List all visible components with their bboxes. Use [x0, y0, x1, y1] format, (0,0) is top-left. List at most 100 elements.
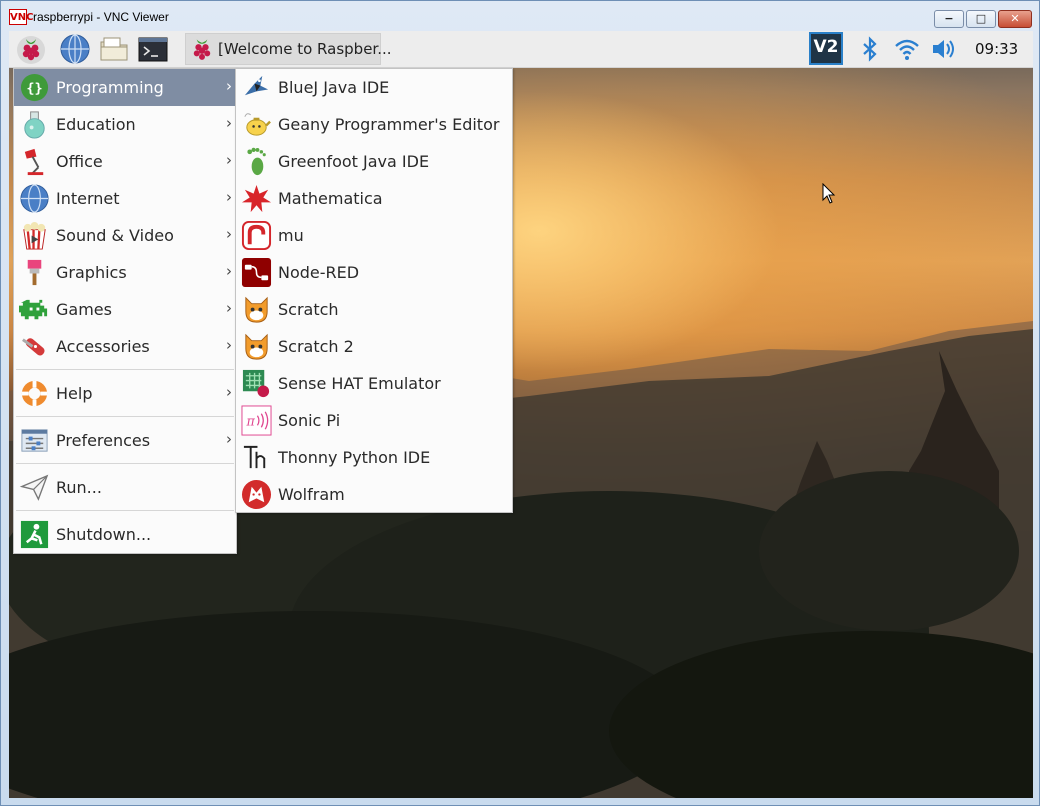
- vnc-viewer-window: VNC raspberrypi - VNC Viewer − □ ✕ [Welc…: [0, 0, 1040, 806]
- space-invader-icon: [19, 299, 48, 320]
- submenu-item-label: mu: [278, 226, 304, 245]
- menu-item-education[interactable]: Education ›: [14, 106, 236, 143]
- submenu-item-label: Node-RED: [278, 263, 360, 282]
- mu-snake-icon: [241, 220, 272, 251]
- menu-item-run[interactable]: Run...: [14, 469, 236, 506]
- submenu-arrow-icon: ›: [226, 188, 232, 206]
- menu-separator: [16, 369, 234, 370]
- menu-item-label: Office: [56, 152, 103, 171]
- menu-item-programming[interactable]: {} Programming ›: [14, 69, 236, 106]
- menu-item-label: Games: [56, 300, 112, 319]
- close-icon: ✕: [1010, 12, 1020, 25]
- maximize-button[interactable]: □: [966, 10, 996, 28]
- menu-item-label: Help: [56, 384, 93, 403]
- menu-item-games[interactable]: Games ›: [14, 291, 236, 328]
- submenu-item-thonny[interactable]: Thonny Python IDE: [236, 439, 512, 476]
- window-title: raspberrypi - VNC Viewer: [33, 10, 169, 24]
- submenu-arrow-icon: ›: [226, 151, 232, 169]
- clock: 09:33: [975, 40, 1019, 58]
- menu-separator: [16, 416, 234, 417]
- window-titlebar[interactable]: VNC raspberrypi - VNC Viewer − □ ✕: [1, 1, 1039, 31]
- taskbar-window-button[interactable]: [Welcome to Raspber...: [185, 33, 392, 65]
- terminal-icon[interactable]: [137, 33, 169, 65]
- menu-item-office[interactable]: Office ›: [14, 143, 236, 180]
- menu-item-graphics[interactable]: Graphics ›: [14, 254, 236, 291]
- submenu-item-sonic-pi[interactable]: π Sonic Pi: [236, 402, 512, 439]
- close-button[interactable]: ✕: [998, 10, 1032, 28]
- thonny-icon: [243, 445, 266, 469]
- submenu-item-scratch[interactable]: Scratch: [236, 291, 512, 328]
- submenu-item-scratch-2[interactable]: Scratch 2: [236, 328, 512, 365]
- menu-item-help[interactable]: Help ›: [14, 375, 236, 412]
- submenu-arrow-icon: ›: [226, 299, 232, 317]
- lifebuoy-icon: [21, 380, 48, 407]
- submenu-item-label: Thonny Python IDE: [278, 448, 431, 467]
- scratch-cat-icon: [245, 296, 268, 323]
- menu-separator: [16, 463, 234, 464]
- menu-item-accessories[interactable]: Accessories ›: [14, 328, 236, 365]
- submenu-item-label: Mathematica: [278, 189, 383, 208]
- svg-text:π: π: [246, 413, 256, 428]
- submenu-arrow-icon: ›: [226, 430, 232, 448]
- menu-item-label: Preferences: [56, 431, 151, 450]
- submenu-item-sense-hat[interactable]: Sense HAT Emulator: [236, 365, 512, 402]
- vnc-server-tray-icon[interactable]: V2: [809, 32, 843, 65]
- submenu-item-label: BlueJ Java IDE: [278, 78, 390, 97]
- menu-item-internet[interactable]: Internet ›: [14, 180, 236, 217]
- wolfram-wolf-icon: [241, 479, 272, 510]
- sonic-pi-icon: π: [241, 405, 272, 436]
- menu-item-label: Accessories: [56, 337, 150, 356]
- popcorn-icon: [23, 221, 46, 250]
- submenu-arrow-icon: ›: [226, 383, 232, 401]
- submenu-item-label: Greenfoot Java IDE: [278, 152, 430, 171]
- file-manager-icon[interactable]: [98, 33, 130, 65]
- submenu-item-label: Wolfram: [278, 485, 345, 504]
- flask-icon: [24, 111, 45, 139]
- taskbar-window-label: [Welcome to Raspber...: [218, 40, 392, 58]
- submenu-item-node-red[interactable]: Node-RED: [236, 254, 512, 291]
- submenu-item-wolfram[interactable]: Wolfram: [236, 476, 512, 513]
- scratch-cat-icon: [245, 333, 268, 360]
- mathematica-star-icon: [241, 184, 272, 213]
- sliders-icon: [21, 429, 48, 452]
- submenu-item-label: Scratch 2: [278, 337, 354, 356]
- vnc-tray-label: V2: [813, 37, 839, 57]
- mouse-pointer-icon: [822, 183, 836, 204]
- raspberry-menu-icon[interactable]: [15, 33, 47, 65]
- submenu-item-bluej[interactable]: BlueJ Java IDE: [236, 69, 512, 106]
- menu-item-label: Graphics: [56, 263, 127, 282]
- globe-icon: [20, 184, 49, 213]
- sense-hat-icon: [242, 369, 270, 398]
- menu-item-shutdown[interactable]: Shutdown...: [14, 516, 236, 553]
- exit-icon: [20, 520, 49, 549]
- submenu-item-label: Sonic Pi: [278, 411, 341, 430]
- submenu-arrow-icon: ›: [226, 262, 232, 280]
- menu-item-label: Programming: [56, 78, 164, 97]
- bluetooth-icon[interactable]: [856, 35, 884, 63]
- minimize-button[interactable]: −: [934, 10, 964, 28]
- submenu-item-mathematica[interactable]: Mathematica: [236, 180, 512, 217]
- submenu-arrow-icon: ›: [226, 77, 232, 95]
- node-red-icon: [241, 257, 272, 288]
- application-menu: {} Programming › Education › Office › In…: [13, 68, 237, 554]
- raspberry-icon: [193, 39, 211, 60]
- menu-item-label: Run...: [56, 478, 102, 497]
- bluej-bird-icon: [244, 75, 269, 96]
- menu-item-label: Shutdown...: [56, 525, 152, 544]
- volume-icon[interactable]: [929, 35, 957, 63]
- web-browser-icon[interactable]: [59, 33, 91, 65]
- submenu-item-geany[interactable]: Geany Programmer's Editor: [236, 106, 512, 143]
- minimize-icon: −: [944, 12, 954, 25]
- wifi-icon[interactable]: [893, 35, 921, 63]
- menu-item-label: Education: [56, 115, 136, 134]
- remote-desktop[interactable]: [Welcome to Raspber... V2 09:33 {} Progr…: [9, 31, 1033, 798]
- swiss-knife-icon: [22, 338, 45, 356]
- submenu-item-greenfoot[interactable]: Greenfoot Java IDE: [236, 143, 512, 180]
- vnc-app-icon[interactable]: VNC: [9, 9, 33, 25]
- menu-separator: [16, 510, 234, 511]
- submenu-arrow-icon: ›: [226, 114, 232, 132]
- menu-item-sound-video[interactable]: Sound & Video ›: [14, 217, 236, 254]
- menu-item-preferences[interactable]: Preferences ›: [14, 422, 236, 459]
- submenu-item-mu[interactable]: mu: [236, 217, 512, 254]
- submenu-item-label: Scratch: [278, 300, 339, 319]
